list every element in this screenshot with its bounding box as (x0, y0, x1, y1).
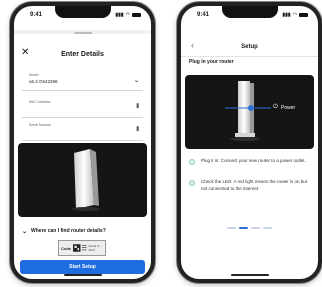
battery-icon (132, 13, 141, 17)
router-image (18, 143, 147, 217)
notch (221, 6, 278, 18)
page-title: Setup (241, 44, 258, 50)
step-check-icon (189, 180, 195, 186)
sticker-brand: Code (61, 245, 71, 251)
close-icon[interactable]: ✕ (21, 48, 29, 58)
sticker-text: Serial # / MAC (88, 244, 101, 252)
setup-step: Plug it in: Connect your new router to a… (189, 158, 310, 165)
nav-header: ‹ Setup (181, 40, 318, 54)
signal-icon: ▮▮▮ (282, 12, 291, 18)
home-indicator (63, 274, 102, 276)
start-setup-button[interactable]: Start Setup (20, 260, 145, 274)
router-power-image: ⏻ Power (185, 75, 314, 149)
step-text: Check the LED: A red light means the rou… (201, 179, 308, 191)
wifi-icon: ◠ (125, 12, 130, 18)
barcode-scan-icon[interactable]: ⦀ (136, 104, 139, 111)
router-details-help[interactable]: ⌄ Where can I find router details? (22, 226, 143, 236)
page-dot (263, 227, 272, 229)
modal-header: ✕ Enter Details (14, 46, 151, 62)
model-value: u6.3 G542298 (29, 79, 58, 84)
status-icons: ▮▮▮ ◠ (115, 12, 141, 18)
mac-address-label: MAC Address (29, 100, 51, 104)
page-dot-active (239, 227, 248, 229)
router-illustration (72, 149, 100, 211)
header-divider (181, 56, 318, 57)
wifi-icon: ◠ (292, 12, 297, 18)
signal-icon: ▮▮▮ (115, 12, 124, 18)
barcode-scan-icon[interactable]: ⦀ (136, 127, 139, 134)
battery-icon (299, 13, 308, 17)
serial-number-label: Serial Number (29, 123, 52, 127)
sheet-handle[interactable] (73, 32, 92, 34)
status-icons: ▮▮▮ ◠ (282, 12, 308, 18)
step-check-icon (189, 159, 195, 165)
mac-address-field[interactable]: MAC Address ⦀ (22, 99, 143, 118)
status-time: 9:41 (30, 12, 43, 18)
power-label: Power (281, 105, 296, 111)
phone-enter-details: 9:41 ▮▮▮ ◠ ✕ Enter Details Model u6.3 G5… (10, 2, 155, 283)
chevron-down-icon[interactable]: ⌄ (134, 77, 139, 84)
power-icon: ⏻ (273, 104, 278, 110)
back-icon[interactable]: ‹ (191, 41, 194, 50)
setup-step: Check the LED: A red light means the rou… (189, 179, 310, 192)
router-label-sticker: Code Serial # / MAC (58, 240, 106, 256)
model-label: Model (29, 73, 39, 77)
router-power-illustration (225, 81, 271, 141)
notch (54, 6, 111, 18)
page-title: Enter Details (61, 50, 104, 58)
section-title: Plug in your router (189, 59, 234, 65)
page-dot (251, 227, 260, 229)
page-indicator[interactable] (181, 227, 318, 229)
model-field[interactable]: Model u6.3 G542298 ⌄ (22, 72, 143, 91)
status-time: 9:41 (197, 12, 210, 18)
phone-setup: 9:41 ▮▮▮ ◠ ‹ Setup Plug in your router ⏻… (177, 2, 322, 283)
qr-code-icon (73, 244, 87, 252)
chevron-down-icon: ⌄ (22, 228, 28, 235)
home-indicator (230, 274, 269, 276)
page-dot (227, 227, 236, 229)
step-text: Plug it in: Connect your new router to a… (201, 158, 306, 163)
serial-number-field[interactable]: Serial Number ⦀ (22, 122, 143, 141)
router-details-help-label: Where can I find router details? (31, 228, 106, 234)
